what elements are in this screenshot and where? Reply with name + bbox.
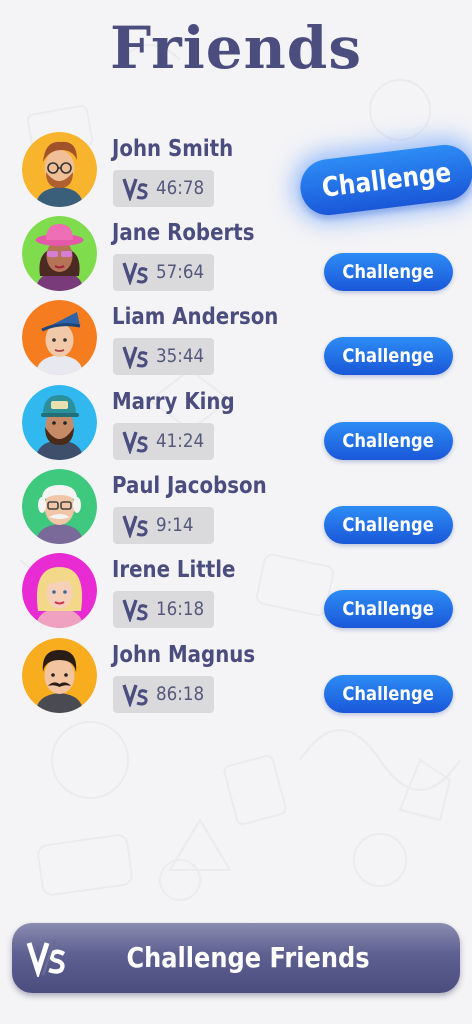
vs-icon [122, 259, 148, 285]
score-text: 46:78 [156, 177, 205, 199]
score-text: 9:14 [156, 514, 194, 536]
friend-row: Paul Jacobson 9:14 Challenge [0, 469, 472, 553]
vs-icon [122, 175, 148, 201]
challenge-button[interactable]: Challenge [324, 337, 453, 375]
friend-row: Marry King 41:24 Challenge [0, 385, 472, 469]
score-text: 16:18 [156, 598, 205, 620]
vs-icon [122, 343, 148, 369]
avatar-man-cap-icon[interactable] [22, 300, 97, 375]
challenge-button[interactable]: Challenge [324, 422, 453, 460]
friend-name: John Smith [112, 136, 234, 162]
friend-name: Irene Little [112, 557, 236, 583]
page-title: Friends [109, 14, 363, 82]
friend-row: John Smith 46:78 Challenge [0, 132, 472, 219]
score-text: 57:64 [156, 261, 205, 283]
score-box: 46:78 [113, 170, 214, 207]
friend-name: Jane Roberts [112, 220, 255, 246]
friend-name: Marry King [112, 389, 235, 415]
friend-row: John Magnus 86:18 Challenge [0, 638, 472, 722]
avatar-man-beard-cap-icon[interactable] [22, 385, 97, 460]
score-box: 41:24 [113, 423, 214, 460]
challenge-button-label: Challenge [342, 345, 435, 367]
score-box: 86:18 [113, 676, 214, 713]
friend-name: Paul Jacobson [112, 473, 267, 499]
challenge-button-label: Challenge [320, 156, 453, 204]
avatar-woman-pink-hat-icon[interactable] [22, 216, 97, 291]
challenge-button[interactable]: Challenge [324, 253, 453, 291]
score-box: 16:18 [113, 591, 214, 628]
friend-name: John Magnus [112, 642, 256, 668]
friend-row: Irene Little 16:18 Challenge [0, 553, 472, 637]
score-box: 35:44 [113, 338, 214, 375]
challenge-friends-button[interactable]: Challenge Friends [12, 923, 460, 993]
score-box: 57:64 [113, 254, 214, 291]
friend-name: Liam Anderson [112, 304, 279, 330]
friend-row: Jane Roberts 57:64 Challenge [0, 216, 472, 300]
vs-icon [122, 681, 148, 707]
vs-icon [122, 512, 148, 538]
avatar-man-glasses-icon[interactable] [22, 132, 97, 207]
challenge-button[interactable]: Challenge [324, 506, 453, 544]
avatar-old-man-glasses-icon[interactable] [22, 469, 97, 544]
challenge-button-label: Challenge [342, 683, 435, 705]
avatar-man-mustache-icon[interactable] [22, 638, 97, 713]
score-text: 86:18 [156, 683, 205, 705]
challenge-button-label: Challenge [342, 261, 435, 283]
score-box: 9:14 [113, 507, 214, 544]
friend-row: Liam Anderson 35:44 Challenge [0, 300, 472, 384]
challenge-button-label: Challenge [342, 430, 435, 452]
challenge-button[interactable]: Challenge [297, 141, 472, 219]
score-text: 41:24 [156, 430, 205, 452]
challenge-button[interactable]: Challenge [324, 675, 453, 713]
challenge-button[interactable]: Challenge [324, 590, 453, 628]
challenge-friends-label: Challenge Friends [126, 941, 370, 974]
challenge-button-label: Challenge [342, 514, 435, 536]
challenge-button-label: Challenge [342, 598, 435, 620]
vs-icon [122, 428, 148, 454]
avatar-woman-blonde-icon[interactable] [22, 553, 97, 628]
score-text: 35:44 [156, 345, 205, 367]
vs-icon [122, 596, 148, 622]
